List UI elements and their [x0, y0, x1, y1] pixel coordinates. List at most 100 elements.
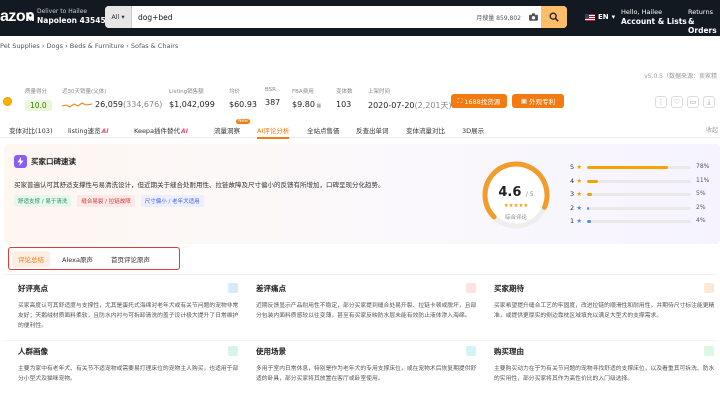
caret-down-icon: ▾ [121, 13, 125, 21]
tab-reverse-keywords[interactable]: 反查出单词 [356, 125, 389, 135]
stat-label: Listing销售额 [169, 89, 204, 95]
lightning-icon [14, 155, 27, 168]
us-flag-icon [585, 13, 595, 21]
tab-label: 变体对比(103) [9, 127, 53, 135]
account-greeting: Hello, Hailee [621, 8, 663, 16]
account-menu[interactable]: Hello, Hailee Account & Lists [621, 8, 687, 26]
cell-text: 买家高度认可其舒适度与支撑性，尤其是蛋托式海绵对老年犬或有关节问题的宠物非常友好… [18, 303, 239, 329]
tab-global-price[interactable]: 全站点售価 [307, 125, 340, 135]
rating-number: 4.6 [498, 185, 522, 200]
review-tags: 舒适支撑 / 易于清洗 缝合易裂 / 拉链故障 尺寸偏小 / 老年犬适用 [14, 195, 204, 207]
tab-label: 变体流量对比 [406, 127, 445, 135]
tab-traffic-insight[interactable]: 流量洞察 New [214, 119, 250, 135]
deliver-line1: Deliver to Hailee [37, 8, 88, 15]
stat-label: 质量得分 [25, 89, 48, 95]
tab-3d-view[interactable]: 3D展示 [462, 125, 484, 135]
thumbs-down-icon [466, 283, 476, 293]
thumbs-up-icon [228, 283, 238, 293]
ai-badge: AI [101, 128, 109, 135]
stat-sales: 近30天销量(父体) 26,059(334,676) [62, 87, 162, 109]
find-supplier-button[interactable]: ⛶ 1688找货源 [451, 94, 507, 108]
stat-fba: FBA费用 $9.80 ▦ [292, 87, 321, 109]
tab-label: Keepa插件替代 [134, 127, 181, 135]
amazon-header: azon Deliver to Hailee Napoleon 43545 Al… [0, 0, 720, 36]
stat-label: BSR [265, 87, 276, 93]
search-button[interactable] [541, 6, 567, 28]
tab-label: listing速览 [68, 127, 101, 135]
deliver-line2: Napoleon 43545 [37, 16, 106, 25]
rating-row-4[interactable]: 4 ★ 11% [570, 176, 720, 190]
rating-row-3[interactable]: 3 ★ 5% [570, 189, 720, 203]
sales-trend-sparkline-icon[interactable] [62, 101, 92, 109]
cell-pain-points: 差评痛点 近期反馈显示产品耐用性不稳定，部分买家提到缝合处易开裂、拉链卡顿或脱坏… [256, 283, 478, 321]
cell-title: 购买理由 [494, 347, 524, 356]
pct-label: 5% [696, 190, 706, 197]
rating-row-5[interactable]: 5 ★ 78% [570, 162, 720, 176]
stat-quality: 质量得分 10.0 [25, 87, 52, 111]
cell-text: 主要为家中有老年犬、有关节不适宠物或需要易打理床位的宠物主人购买，也适用于部分小… [18, 366, 239, 382]
star-label: 5 ★ [570, 163, 583, 171]
cell-text: 近期反馈显示产品耐用性不稳定，部分买家提到缝合处易开裂、拉链卡顿或脱坏，且部分包… [256, 303, 477, 319]
stat-label: 上架时间 [368, 89, 391, 95]
breadcrumb[interactable]: Pet Supplies › Dogs › Beds & Furniture ›… [0, 42, 178, 50]
patent-button[interactable]: ▣ 外观专利 [512, 94, 564, 108]
account-lists: Account & Lists [621, 17, 687, 26]
download-icon[interactable]: ⤓ [703, 96, 715, 108]
collapse-button[interactable]: 收起 [706, 125, 718, 134]
language-label: EN [598, 13, 609, 21]
star-label: 2 ★ [570, 203, 583, 212]
deliver-to[interactable]: Deliver to Hailee Napoleon 43545 [27, 8, 106, 25]
camera-icon[interactable] [525, 6, 541, 28]
cell-text: 主要购买动力在于为有关节问题的宠物寻找舒适的支撑床位，以及看重其可拆洗、防水的实… [494, 366, 715, 382]
negative-tag: 缝合易裂 / 拉链故障 [77, 195, 135, 207]
tab-homepage-reviews[interactable]: 首页评论原声 [105, 251, 156, 267]
stat-avg-price: 均价 $60.93 [229, 87, 257, 109]
search-category-select[interactable]: All ▾ [105, 6, 132, 28]
review-title-text: 买家口碑速读 [31, 157, 76, 166]
tab-review-summary[interactable]: 评论总结 [12, 250, 50, 267]
stat-label: 均价 [229, 89, 241, 95]
patent-icon: ▣ [520, 97, 528, 105]
cart-icon: ⛶ [457, 96, 463, 105]
tab-ai-review-analysis[interactable]: AI评论分析 [257, 125, 290, 139]
cell-title: 使用场景 [256, 347, 286, 356]
cell-text: 多用于室内日常休息，特别是作为老年犬的专用支撑床位，或在宠物术后恢复期提供舒适的… [256, 366, 477, 382]
review-summary-text: 买家普遍认可其舒适支撑性与易清洗设计，但近期关于缝合处耐用性、拉链故障及尺寸偏小… [14, 181, 385, 189]
stat-value: $60.93 [229, 100, 257, 109]
find-supplier-label: 1688找货源 [464, 98, 501, 106]
cell-usage-scenarios: 使用场景 多用于室内日常休息，特别是作为老年犬的专用支撑床位，或在宠物术后恢复期… [256, 346, 478, 384]
rating-row-1[interactable]: 1 ★ 4% [570, 216, 720, 230]
stat-label: FBA费用 [292, 89, 314, 95]
tab-alexa-voice[interactable]: Alexa原声 [56, 251, 99, 267]
divider [4, 340, 716, 341]
stat-value: 103 [336, 100, 352, 109]
returns-orders[interactable]: Returns & Orders [688, 8, 720, 35]
stat-variants: 变体数 103 [336, 87, 353, 109]
heart-icon[interactable]: ♡ [671, 96, 683, 108]
version-label: v5.0.5（数据来源：卖家精 [644, 73, 717, 80]
quality-score: 10.0 [25, 100, 52, 111]
tab-variant-compare[interactable]: 变体对比(103) [9, 125, 52, 135]
overall-rating-gauge: 4.6 / 5 ★★★★★ 综合评论 [480, 159, 552, 231]
fba-detail-icon[interactable]: ▦ [315, 103, 321, 109]
pct-label: 2% [696, 203, 706, 211]
language-selector[interactable]: EN ▾ [585, 13, 615, 21]
tab-label: AI评论分析 [257, 127, 290, 135]
search-category-label: All [111, 13, 120, 21]
product-stats: 质量得分 10.0 近30天销量(父体) 26,059(334,676) Lis… [0, 87, 720, 117]
more-icon[interactable]: ⋮ [655, 96, 667, 108]
stat-value: $9.80 [292, 100, 315, 109]
tab-keepa[interactable]: Keepa插件替代AI [134, 125, 188, 135]
rating-row-2[interactable]: 2 ★ 2% [570, 203, 720, 217]
tab-variant-traffic[interactable]: 变体流量对比 [406, 125, 445, 135]
stat-revenue: Listing销售额 $1,042,099 [169, 87, 215, 109]
stat-sub: (334,676) [123, 100, 163, 109]
search-volume: 月搜量 859,802 [476, 14, 521, 22]
tab-listing-overview[interactable]: listing速览AI [68, 125, 109, 135]
image-icon[interactable]: ▭ [687, 96, 699, 108]
pct-label: 78% [696, 163, 710, 170]
search-input[interactable]: dog+bed [132, 6, 476, 28]
stat-bsr: BSR 387 [265, 87, 280, 107]
tab-label: 流量洞察 [214, 127, 240, 135]
caret-down-icon: ▾ [611, 13, 616, 21]
